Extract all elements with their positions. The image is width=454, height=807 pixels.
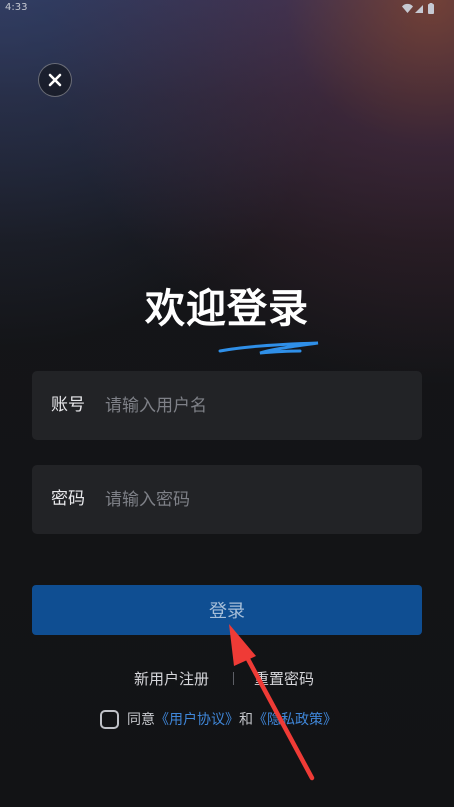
signal-icon (415, 5, 423, 13)
account-input[interactable] (105, 387, 405, 424)
password-label: 密码 (51, 489, 85, 509)
close-icon (48, 73, 62, 87)
privacy-policy-link[interactable]: 《隐私政策》 (253, 712, 337, 728)
link-divider (233, 672, 234, 685)
agreement-and: 和 (239, 712, 253, 728)
wifi-icon (402, 3, 413, 13)
account-links: 新用户注册 重置密码 (0, 668, 454, 690)
password-input[interactable] (105, 481, 405, 518)
reset-password-link[interactable]: 重置密码 (254, 668, 314, 690)
agreement-checkbox[interactable] (100, 710, 119, 729)
status-bar: 4:33 (0, 0, 454, 18)
close-button[interactable] (38, 63, 72, 97)
title-underline-swoosh (218, 341, 319, 355)
battery-icon (428, 3, 434, 14)
register-link[interactable]: 新用户注册 (134, 668, 209, 690)
account-field: 账号 (32, 371, 422, 440)
login-button[interactable]: 登录 (32, 585, 422, 635)
status-time: 4:33 (5, 2, 28, 13)
page-title: 欢迎登录 (145, 286, 309, 332)
agreement-prefix: 同意 (127, 712, 155, 728)
user-agreement-link[interactable]: 《用户协议》 (155, 712, 239, 728)
account-label: 账号 (51, 395, 85, 415)
login-screen: 4:33 欢迎登录 账号 请输入用户名 密码 登录 新用户注册 重置密码 同意《… (0, 0, 454, 807)
password-field: 密码 (32, 465, 422, 534)
agreement-text: 同意《用户协议》和《隐私政策》 (127, 709, 337, 731)
status-icons (402, 3, 436, 15)
